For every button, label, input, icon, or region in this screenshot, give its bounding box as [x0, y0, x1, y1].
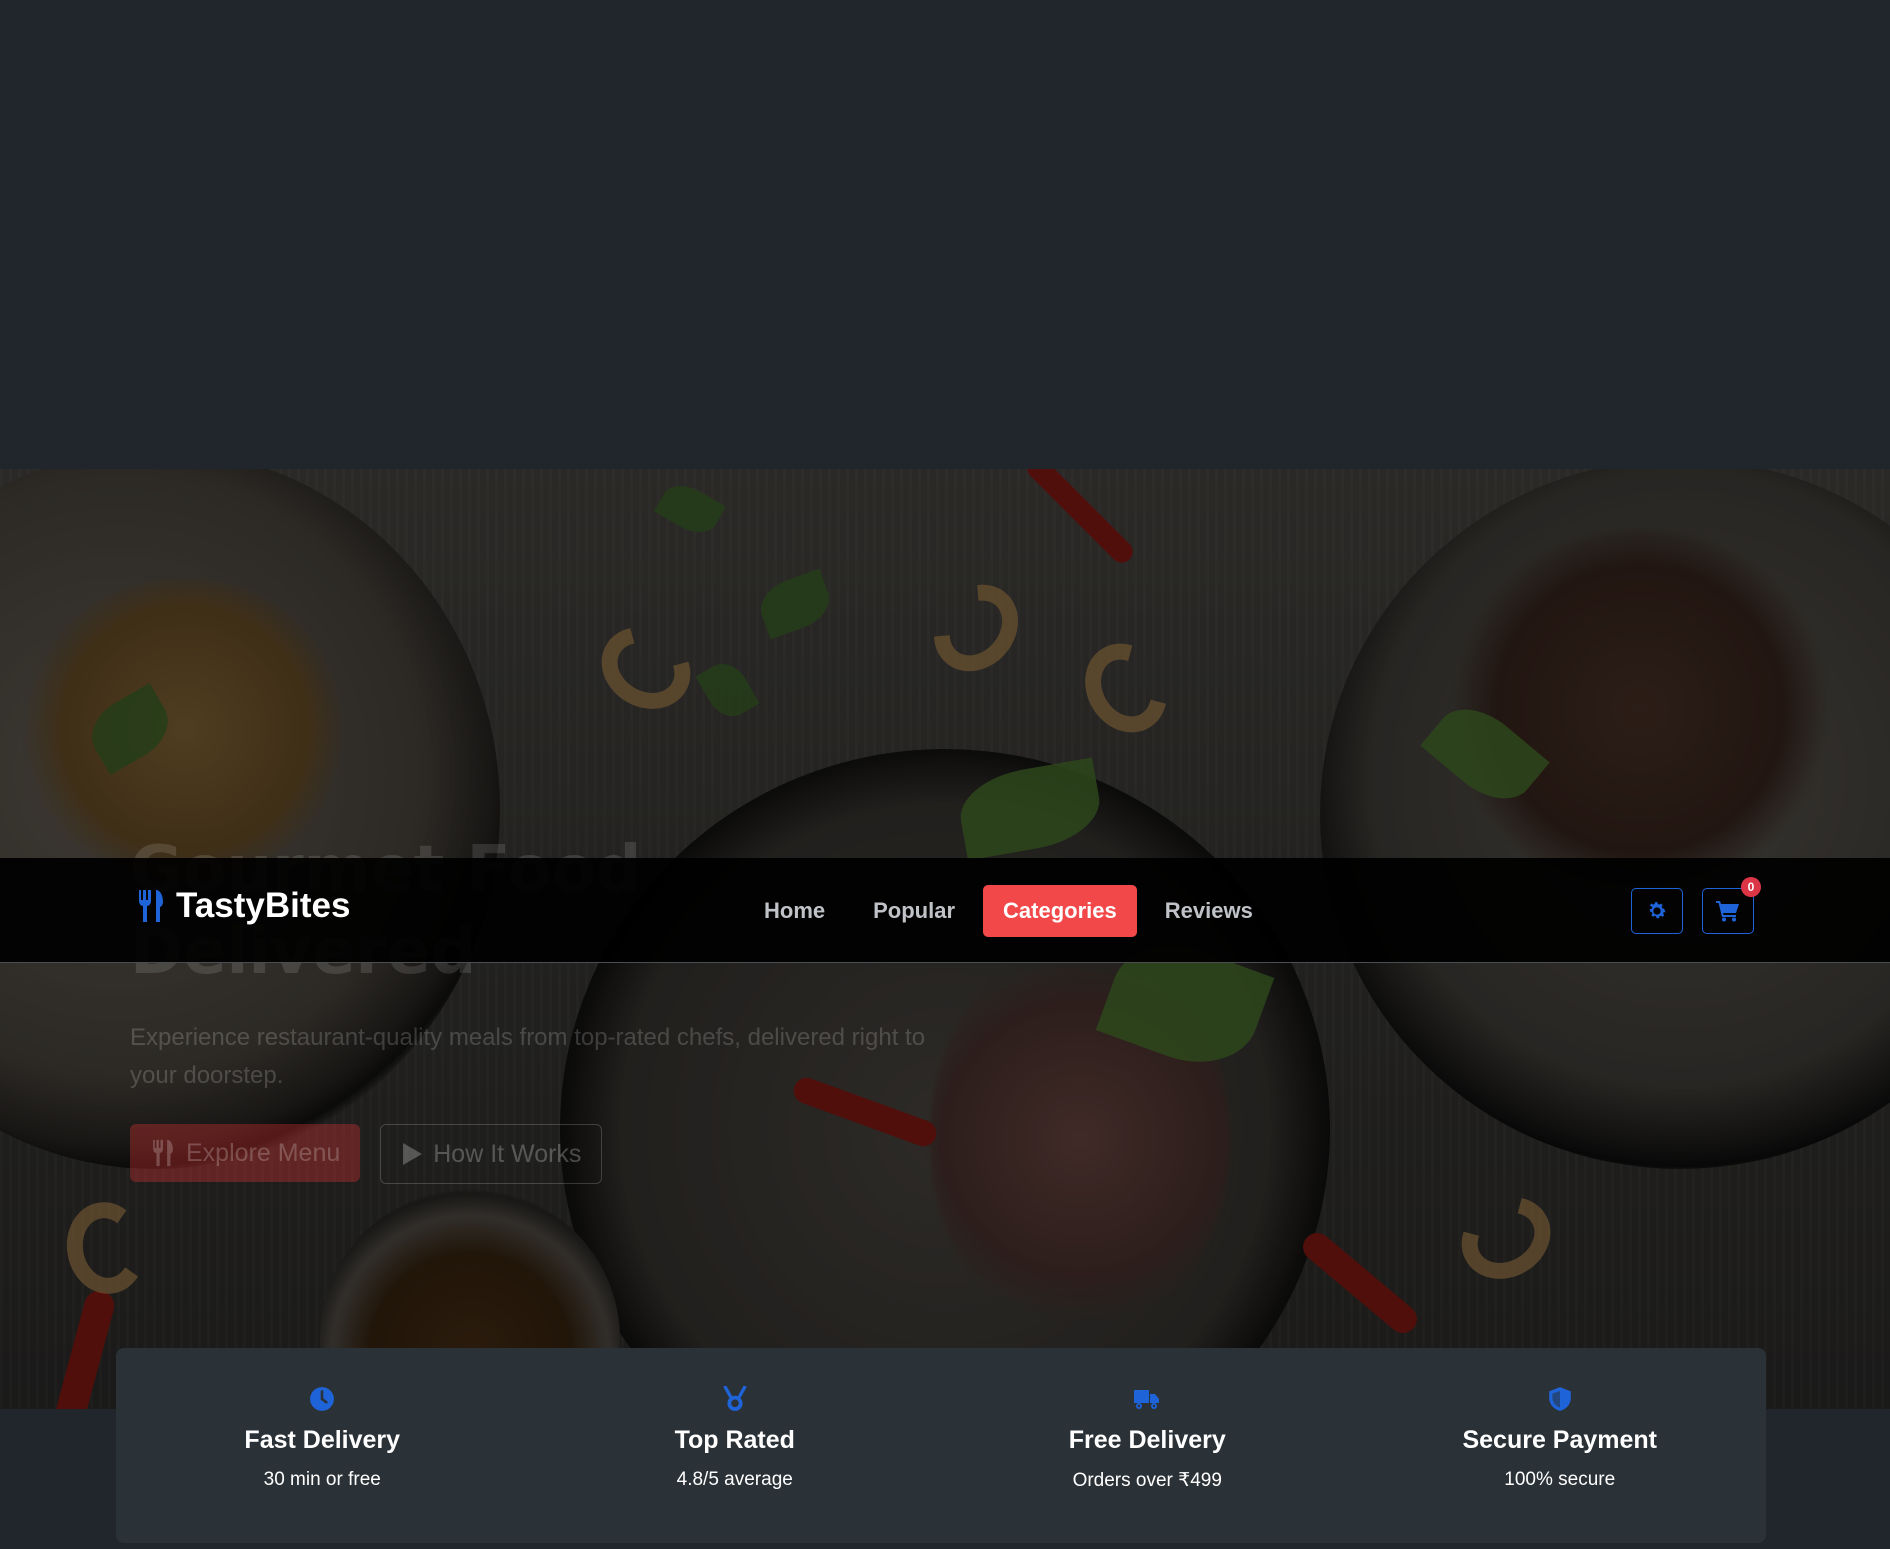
explore-menu-label: Explore Menu: [186, 1138, 341, 1167]
explore-menu-button[interactable]: Explore Menu: [130, 1124, 361, 1182]
utensils-icon: [153, 1139, 173, 1167]
feature-top-rated: Top Rated 4.8/5 average: [529, 1348, 942, 1543]
cart-count-badge: 0: [1741, 877, 1761, 897]
feature-secure-payment: Secure Payment 100% secure: [1354, 1348, 1767, 1543]
page: Gourmet Food Delivered Experience restau…: [0, 0, 1890, 1549]
feature-fast-delivery: Fast Delivery 30 min or free: [116, 1348, 529, 1543]
brand-name: TastyBites: [176, 886, 351, 925]
cart-button[interactable]: 0: [1702, 877, 1761, 934]
feature-title: Fast Delivery: [244, 1426, 401, 1454]
play-icon: [403, 1143, 423, 1165]
hero-subtitle: Experience restaurant-quality meals from…: [130, 1024, 926, 1089]
features-bar: Fast Delivery 30 min or free Top Rated 4…: [116, 1348, 1766, 1543]
truck-icon: [1134, 1390, 1160, 1409]
brand-link[interactable]: TastyBites: [136, 886, 350, 926]
nav-link-home[interactable]: Home: [740, 885, 849, 937]
navbar: TastyBites Home Popular Categories Revie…: [0, 858, 1890, 963]
shield-icon: [1548, 1387, 1571, 1411]
feature-title: Top Rated: [674, 1426, 795, 1454]
how-it-works-label: How It Works: [433, 1139, 582, 1168]
feature-desc: 100% secure: [1504, 1469, 1616, 1490]
feature-desc: Orders over ₹499: [1072, 1470, 1222, 1491]
feature-title: Secure Payment: [1462, 1426, 1658, 1454]
feature-title: Free Delivery: [1068, 1426, 1226, 1454]
utensils-icon: [139, 890, 163, 922]
feature-free-delivery: Free Delivery Orders over ₹499: [941, 1348, 1354, 1543]
nav-links: Home Popular Categories Reviews: [740, 885, 1277, 937]
clock-icon: [310, 1387, 335, 1411]
feature-desc: 4.8/5 average: [676, 1469, 793, 1490]
nav-link-popular[interactable]: Popular: [849, 885, 979, 937]
how-it-works-button[interactable]: How It Works: [380, 1124, 603, 1184]
gear-icon: [1649, 902, 1666, 919]
feature-desc: 30 min or free: [263, 1469, 381, 1490]
hero-buttons: Explore Menu How It Works: [130, 1124, 603, 1184]
cart-icon: [1716, 901, 1739, 922]
nav-link-reviews[interactable]: Reviews: [1141, 885, 1277, 937]
settings-button[interactable]: [1631, 888, 1683, 934]
nav-link-categories[interactable]: Categories: [983, 885, 1137, 937]
medal-icon: [723, 1386, 747, 1411]
